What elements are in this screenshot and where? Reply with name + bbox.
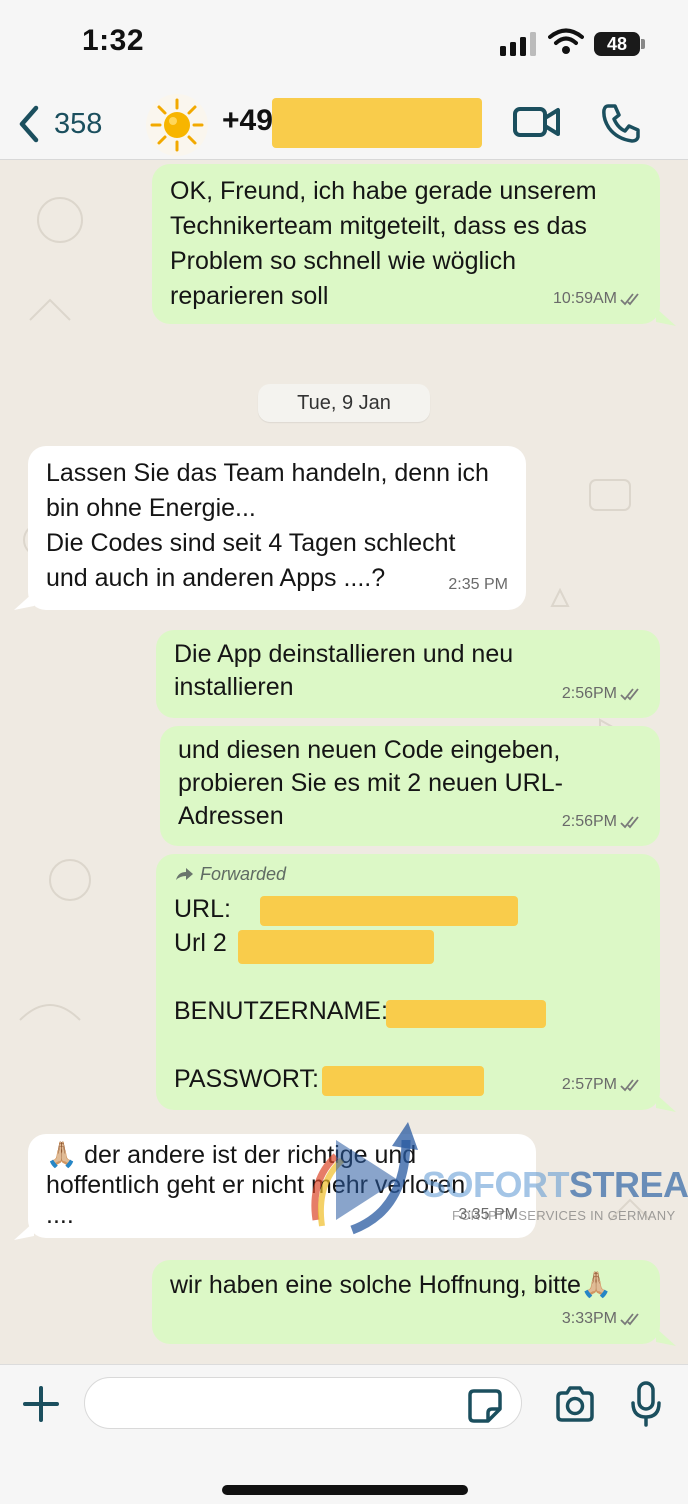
read-ticks-icon — [620, 1312, 639, 1325]
username-label: BENUTZERNAME: — [174, 997, 388, 1025]
avatar[interactable] — [146, 94, 208, 156]
bubble-tail — [656, 1094, 676, 1112]
message-meta: 2:35 PM — [448, 567, 508, 602]
message-bubble-forwarded[interactable]: Forwarded URL: Url 2 BENUTZERNAME: PASSW… — [156, 854, 660, 1110]
message-time: 10:59AM — [552, 290, 617, 307]
forward-arrow-icon — [176, 868, 193, 880]
redacted-url — [260, 896, 518, 926]
message-time: 2:56PM — [561, 813, 617, 830]
password-label: PASSWORT: — [174, 1065, 319, 1093]
message-meta: 3:33PM — [562, 1301, 642, 1336]
forwarded-text: Forwarded — [200, 864, 287, 884]
message-bubble-outgoing[interactable]: wir haben eine solche Hoffnung, bitte🙏🏼 … — [152, 1260, 660, 1344]
url-label: URL: — [174, 895, 231, 923]
read-ticks-icon — [620, 1078, 639, 1091]
forwarded-label: Forwarded — [174, 862, 642, 886]
read-ticks-icon — [620, 687, 639, 700]
date-separator: Tue, 9 Jan — [258, 384, 430, 422]
back-button[interactable]: 358 — [14, 100, 114, 148]
status-time: 1:32 — [82, 24, 145, 57]
watermark-play-icon — [311, 1122, 418, 1235]
phone-icon[interactable] — [600, 102, 642, 144]
message-composer — [0, 1364, 688, 1504]
watermark-brand-b: STREAM — [569, 1164, 688, 1205]
back-chevron-icon — [19, 105, 39, 143]
microphone-icon[interactable] — [630, 1381, 662, 1427]
message-time: 2:35 PM — [448, 576, 508, 593]
message-meta: 10:59AM — [553, 281, 642, 316]
plus-icon[interactable] — [22, 1385, 60, 1423]
message-bubble-incoming[interactable]: Lassen Sie das Team handeln, denn ich bi… — [28, 446, 526, 610]
home-indicator — [222, 1485, 468, 1495]
bubble-tail — [14, 592, 34, 610]
sticker-icon[interactable] — [466, 1387, 504, 1425]
read-ticks-icon — [620, 292, 639, 305]
unread-count: 358 — [54, 108, 103, 140]
status-bar: 1:32 48 — [0, 0, 688, 88]
video-call-icon[interactable] — [512, 104, 562, 140]
message-meta: 2:57PM — [562, 1067, 642, 1102]
watermark-logo: SOFORTSTREAM FOR IPTV SERVICES IN GERMAN… — [306, 1120, 688, 1244]
bubble-tail — [14, 1222, 34, 1240]
redacted-username — [386, 1000, 546, 1028]
camera-icon[interactable] — [554, 1385, 596, 1423]
message-time: 2:57PM — [561, 1076, 617, 1093]
read-ticks-icon — [620, 815, 639, 828]
battery-indicator: 48 — [594, 32, 640, 56]
sun-avatar-icon — [150, 98, 204, 152]
signal-icon — [500, 32, 536, 56]
message-time: 3:33PM — [561, 1310, 617, 1327]
redacted-url2 — [238, 930, 434, 964]
bubble-tail — [656, 1328, 676, 1346]
redacted-password — [322, 1066, 484, 1096]
watermark-brand: SOFORTSTREAM — [422, 1164, 688, 1206]
message-input[interactable] — [84, 1377, 522, 1429]
message-time: 2:56PM — [561, 685, 617, 702]
wifi-icon — [548, 28, 584, 54]
redacted-phone-number — [272, 98, 482, 148]
chat-header: 358 +49 — [0, 88, 688, 160]
message-text: Lassen Sie das Team handeln, denn ich bi… — [46, 459, 489, 592]
contact-name[interactable]: +49 — [222, 104, 273, 138]
message-bubble-outgoing[interactable]: OK, Freund, ich habe gerade unserem Tech… — [152, 164, 660, 324]
message-meta: 2:56PM — [562, 805, 642, 838]
watermark-tagline: FOR IPTV SERVICES IN GERMANY — [452, 1208, 676, 1223]
message-bubble-outgoing[interactable]: Die App deinstallieren und neu installie… — [156, 630, 660, 718]
bubble-tail — [656, 308, 676, 326]
message-meta: 2:56PM — [562, 677, 642, 710]
watermark-brand-a: SOFORT — [422, 1164, 570, 1205]
message-text: wir haben eine solche Hoffnung, bitte🙏🏼 — [170, 1271, 613, 1299]
url2-label: Url 2 — [174, 929, 227, 957]
battery-tip — [641, 39, 645, 49]
message-bubble-outgoing[interactable]: und diesen neuen Code eingeben, probiere… — [160, 726, 660, 846]
